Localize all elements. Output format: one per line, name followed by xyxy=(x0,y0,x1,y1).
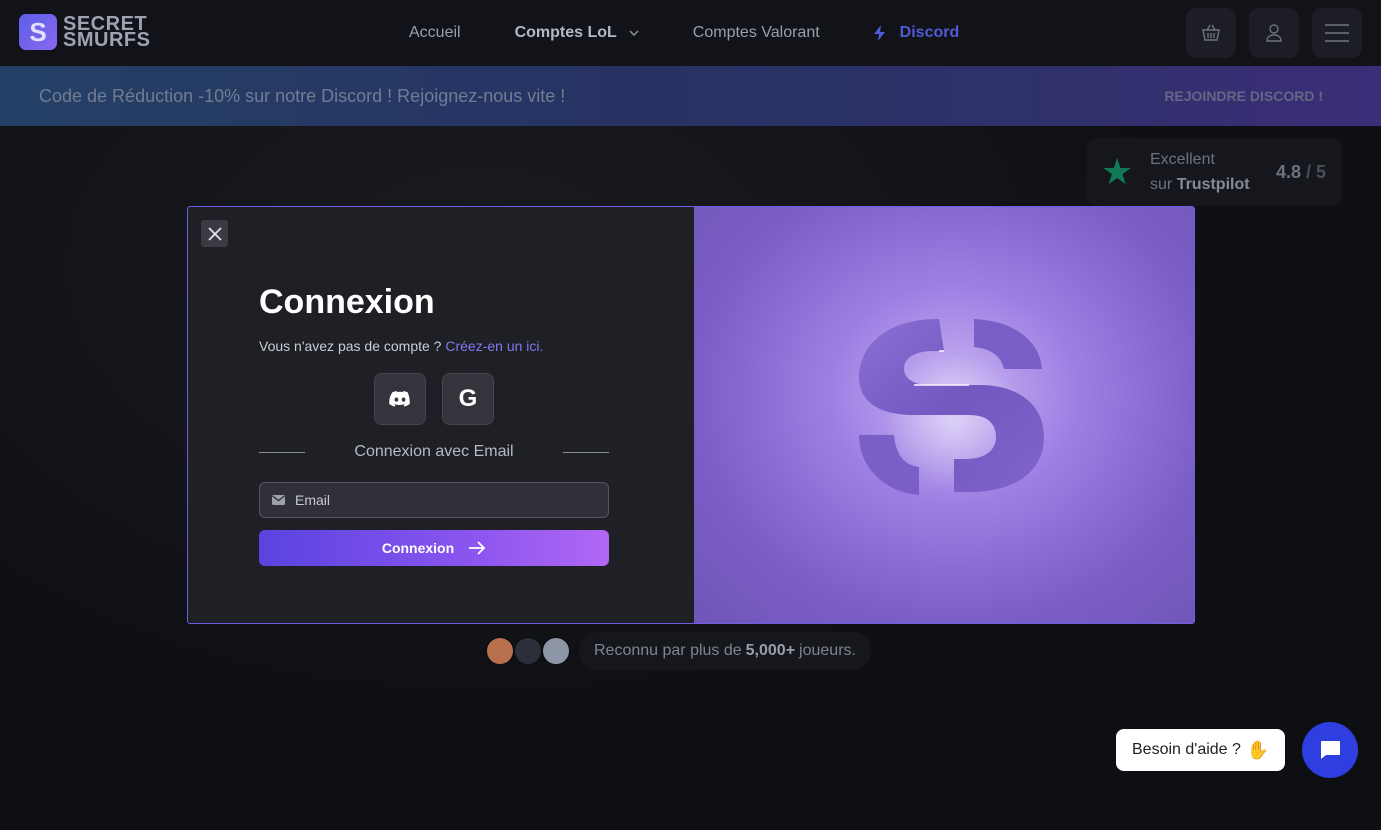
chevron-down-icon xyxy=(629,30,639,36)
close-icon xyxy=(207,226,222,241)
promo-banner: Code de Réduction -10% sur notre Discord… xyxy=(0,66,1381,126)
nav-link-lol-label: Comptes LoL xyxy=(514,24,617,41)
login-submit-button[interactable]: Connexion xyxy=(259,530,609,566)
star-icon: ★ xyxy=(1101,151,1134,192)
nav-link-discord[interactable]: Discord xyxy=(873,24,960,42)
user-icon xyxy=(1266,24,1282,42)
social-login-buttons: G xyxy=(374,373,494,425)
social-proof-text: Reconnu par plus de 5,000+ joueurs. xyxy=(579,632,871,670)
signup-link[interactable]: Créez-en un ici. xyxy=(445,338,543,354)
avatar xyxy=(541,636,571,666)
logo-text: SECRET SMURFS xyxy=(63,14,151,51)
close-button[interactable] xyxy=(201,220,228,247)
trustpilot-text: Excellent sur Trustpilot xyxy=(1150,147,1250,197)
promo-text: Code de Réduction -10% sur notre Discord… xyxy=(39,85,566,106)
arrow-right-icon xyxy=(469,541,486,555)
email-input[interactable] xyxy=(295,492,585,508)
trustpilot-rating-word: Excellent xyxy=(1150,151,1215,168)
waving-hand-icon: ✋ xyxy=(1246,739,1270,760)
help-text: Besoin d'aide ? xyxy=(1132,741,1241,758)
google-icon: G xyxy=(458,385,478,412)
mail-icon xyxy=(272,495,285,505)
signup-prompt-text: Vous n'avez pas de compte ? xyxy=(259,338,442,354)
google-login-button[interactable]: G xyxy=(442,373,494,425)
nav-link-lol-accounts[interactable]: Comptes LoL xyxy=(515,24,639,42)
lightning-icon xyxy=(873,25,885,41)
nav-discord-label: Discord xyxy=(899,24,960,41)
nav-actions xyxy=(1186,8,1362,58)
chat-button[interactable] xyxy=(1302,722,1358,778)
trustpilot-prefix: sur xyxy=(1150,176,1173,193)
help-bubble[interactable]: Besoin d'aide ? ✋ xyxy=(1116,729,1286,771)
join-discord-link[interactable]: REJOINDRE DISCORD ! xyxy=(1164,88,1323,104)
social-proof: Reconnu par plus de 5,000+ joueurs. xyxy=(485,632,871,670)
logo-icon: S xyxy=(19,14,57,50)
trustpilot-source: sur Trustpilot xyxy=(1150,172,1250,197)
basket-button[interactable] xyxy=(1186,8,1236,58)
logo-line-2: SMURFS xyxy=(63,29,151,51)
login-title: Connexion xyxy=(259,283,435,321)
nav-link-home[interactable]: Accueil xyxy=(409,24,461,42)
discord-icon xyxy=(389,391,410,407)
player-avatars xyxy=(485,636,571,666)
chat-icon xyxy=(1321,741,1340,759)
divider-label: Connexion avec Email xyxy=(354,443,514,460)
login-panel: Connexion Vous n'avez pas de compte ? Cr… xyxy=(188,207,694,623)
signup-prompt: Vous n'avez pas de compte ? Créez-en un … xyxy=(259,338,543,354)
email-divider: Connexion avec Email xyxy=(259,443,609,461)
trustpilot-badge[interactable]: ★ Excellent sur Trustpilot 4.8 / 5 xyxy=(1086,138,1342,206)
menu-button[interactable] xyxy=(1312,8,1362,58)
login-modal: Connexion Vous n'avez pas de compte ? Cr… xyxy=(187,206,1195,624)
trustpilot-score-value: 4.8 xyxy=(1275,161,1301,182)
brand-illustration xyxy=(694,207,1194,623)
login-submit-label: Connexion xyxy=(381,540,455,556)
social-proof-count: 5,000+ xyxy=(745,642,796,659)
trustpilot-score: 4.8 / 5 xyxy=(1276,162,1326,183)
secret-smurfs-s-logo xyxy=(859,319,1044,495)
account-button[interactable] xyxy=(1249,8,1299,58)
avatar xyxy=(513,636,543,666)
divider-line-right xyxy=(562,451,609,453)
trustpilot-score-max: / 5 xyxy=(1305,161,1326,182)
basket-icon xyxy=(1202,24,1220,41)
nav-link-valorant-accounts[interactable]: Comptes Valorant xyxy=(693,24,820,42)
discord-login-button[interactable] xyxy=(374,373,426,425)
divider-line-left xyxy=(259,451,305,453)
menu-icon xyxy=(1325,24,1349,42)
social-proof-suffix: joueurs. xyxy=(799,642,856,659)
social-proof-prefix: Reconnu par plus de xyxy=(594,642,742,659)
trustpilot-brand: Trustpilot xyxy=(1176,176,1250,193)
top-navbar: S SECRET SMURFS Accueil Comptes LoL Comp… xyxy=(0,0,1381,66)
avatar xyxy=(485,636,515,666)
nav-links: Accueil Comptes LoL Comptes Valorant Dis… xyxy=(409,24,959,42)
site-logo[interactable]: S SECRET SMURFS xyxy=(19,14,150,50)
email-field[interactable] xyxy=(259,482,609,518)
